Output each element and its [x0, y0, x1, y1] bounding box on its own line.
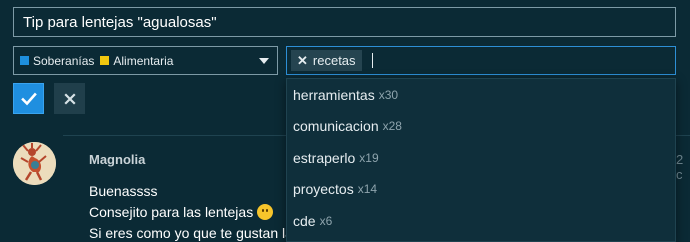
category-parent-label: Soberanías: [33, 53, 95, 68]
post-text-line: Buenassss: [89, 183, 158, 199]
tag-suggestion-count: x14: [357, 182, 378, 197]
close-icon: [63, 92, 76, 105]
topic-title-input[interactable]: [13, 7, 676, 37]
post-author[interactable]: Magnolia: [89, 152, 145, 167]
post-text: Consejito para las lentejas: [89, 204, 254, 220]
tag-suggestion[interactable]: proyectos x14: [287, 174, 675, 206]
selected-tag-label: recetas: [312, 53, 356, 68]
post-text-line-with-emoji: Consejito para las lentejas: [89, 204, 274, 220]
category-child-label: Alimentaria: [113, 53, 174, 68]
post-text-line: Si eres como yo que te gustan las: [89, 225, 300, 241]
tag-suggestions-dropdown: herramientas x30 comunicacion x28 estrap…: [286, 78, 676, 242]
tag-suggestion[interactable]: comunicacion x28: [287, 111, 675, 143]
kokopelli-avatar-image: [13, 142, 56, 185]
close-icon[interactable]: ✕: [297, 53, 308, 69]
selected-tag-chip[interactable]: ✕ recetas: [291, 50, 362, 71]
tag-suggestion-count: x19: [359, 150, 379, 165]
tag-suggestion[interactable]: cde x6: [287, 205, 675, 237]
tag-suggestion[interactable]: estraperlo x19: [287, 142, 675, 174]
tag-suggestion-count: x6: [319, 213, 333, 228]
tag-suggestion-name: proyectos: [293, 181, 354, 198]
tag-chooser[interactable]: ✕ recetas: [286, 46, 676, 75]
tag-suggestion-name: comunicacion: [293, 118, 379, 135]
tag-suggestion-count: x30: [378, 87, 399, 102]
avatar[interactable]: [13, 142, 56, 185]
checkmark-icon: [20, 92, 37, 105]
tag-suggestion[interactable]: herramientas x30: [287, 79, 675, 111]
category-child-color: [100, 56, 110, 65]
tag-suggestion-name: herramientas: [293, 86, 375, 103]
tag-suggestion-name: estraperlo: [293, 149, 356, 166]
text-cursor: [371, 53, 373, 68]
save-edit-button[interactable]: [13, 83, 44, 114]
cancel-edit-button[interactable]: [54, 83, 85, 114]
slightly-smiling-face-icon: [257, 204, 274, 220]
category-parent-color: [20, 56, 29, 65]
post-date[interactable]: 2 c: [676, 152, 690, 182]
category-select[interactable]: Soberanías Alimentaria: [13, 46, 278, 75]
caret-down-icon: [259, 58, 269, 64]
tag-suggestion-name: cde: [293, 212, 316, 229]
tag-suggestion-count: x28: [382, 119, 402, 134]
